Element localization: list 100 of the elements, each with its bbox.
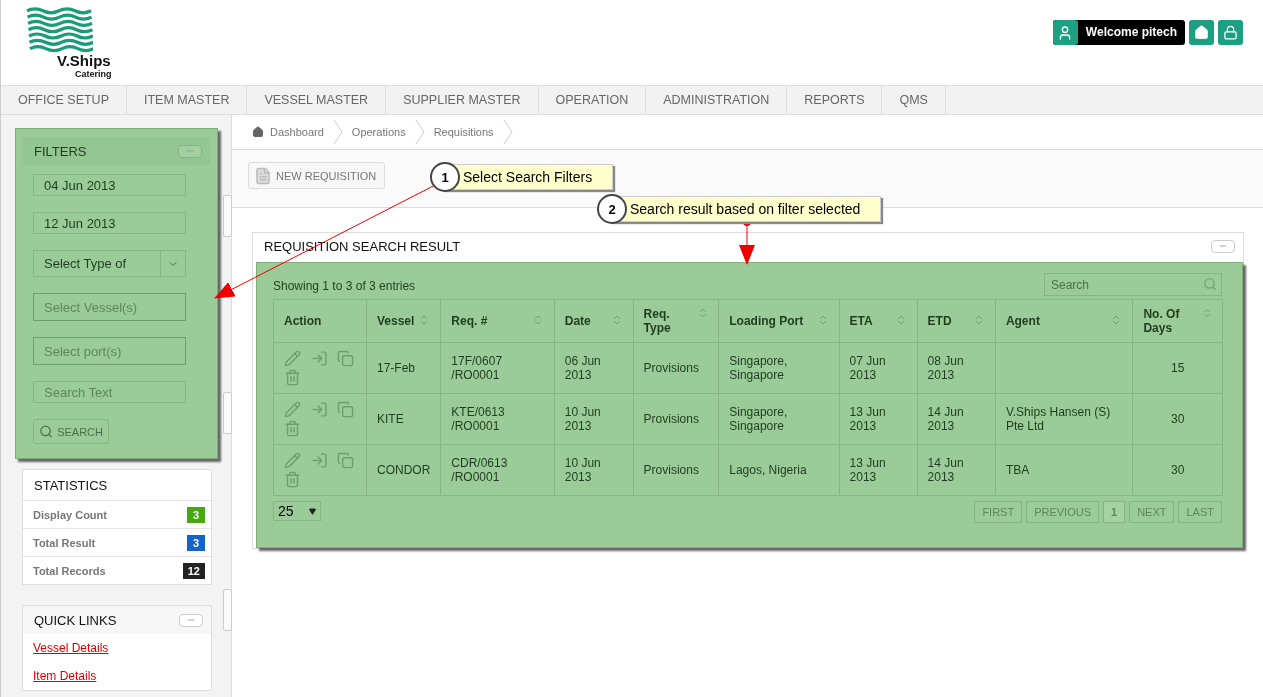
column-header[interactable]: Vessel	[366, 299, 441, 343]
column-header[interactable]: ETA	[839, 299, 918, 343]
nav-menu-item[interactable]: OPERATION	[538, 86, 647, 114]
pencil-icon[interactable]	[284, 401, 301, 418]
column-header[interactable]: Loading Port	[718, 299, 840, 343]
breadcrumb-separator-icon	[331, 118, 344, 146]
quick-link[interactable]: Vessel Details	[23, 634, 211, 662]
input-field[interactable]: Search Text	[33, 381, 186, 403]
search-icon	[39, 424, 54, 439]
nav-menu-item[interactable]: VESSEL MASTER	[247, 86, 387, 114]
nav-menu-item[interactable]: QMS	[882, 86, 946, 114]
column-header[interactable]: Req. Type	[633, 299, 719, 343]
table-cell: TBA	[995, 444, 1133, 496]
table-cell: Lagos, Nigeria	[718, 444, 840, 496]
table-cell: Singapore, Singapore	[718, 393, 840, 445]
trash-icon[interactable]	[284, 420, 301, 437]
table-search-field[interactable]: Search	[1044, 273, 1222, 296]
home-icon	[1194, 25, 1209, 40]
pencil-icon[interactable]	[284, 350, 301, 367]
enter-arrow-icon[interactable]	[310, 452, 328, 469]
entries-info: Showing 1 to 3 of 3 entries	[273, 279, 416, 293]
table-cell: CDR/0613 /RO0001	[440, 444, 555, 496]
breadcrumb-link[interactable]: Dashboard	[252, 126, 324, 138]
breadcrumb-separator-icon	[501, 118, 514, 146]
multi-select-field[interactable]: Select Vessel(s)	[33, 293, 186, 321]
lock-icon	[1223, 25, 1238, 40]
table-cell: Provisions	[633, 393, 719, 445]
table-cell: Provisions	[633, 444, 719, 496]
new-requisition-button[interactable]: NEW REQUISITION	[248, 162, 386, 189]
breadcrumb-link[interactable]: Operations	[351, 126, 406, 138]
table-cell: 08 Jun 2013	[917, 342, 996, 394]
table-cell: 15	[1132, 342, 1223, 394]
table-cell: CONDOR	[366, 444, 441, 496]
wave-flag-logo	[25, 6, 93, 54]
table-cell: KITE	[366, 393, 441, 445]
home-button[interactable]	[1189, 20, 1214, 45]
welcome-badge[interactable]: Welcome pitech	[1052, 20, 1185, 45]
panel-title: STATISTICS	[34, 477, 108, 493]
table-cell: 10 Jun 2013	[554, 393, 634, 445]
trash-icon[interactable]	[284, 369, 301, 386]
input-field[interactable]: 12 Jun 2013	[33, 212, 186, 234]
table-cell: 13 Jun 2013	[839, 393, 918, 445]
user-icon	[1052, 20, 1078, 45]
resize-handle[interactable]	[222, 589, 232, 631]
table-cell: 17-Feb	[366, 342, 441, 394]
statistic-label: Total Records	[33, 564, 106, 577]
count-badge: 12	[182, 562, 205, 579]
page-size-dropdown[interactable]: 25	[273, 501, 321, 521]
resize-handle[interactable]	[222, 392, 232, 434]
table-cell: 14 Jun 2013	[917, 444, 996, 496]
table-cell: Singapore, Singapore	[718, 342, 840, 394]
search-icon	[1203, 277, 1217, 291]
nav-menu-item[interactable]: REPORTS	[787, 86, 883, 114]
count-badge: 3	[187, 506, 205, 523]
panel-title: FILTERS	[34, 143, 87, 159]
search-button[interactable]: SEARCH	[33, 419, 109, 444]
document-icon	[254, 166, 272, 185]
enter-arrow-icon[interactable]	[310, 350, 328, 367]
column-header[interactable]: No. Of Days	[1132, 299, 1223, 343]
breadcrumb-link[interactable]: Requisitions	[433, 126, 494, 138]
column-header: Action	[273, 299, 367, 343]
trash-icon[interactable]	[284, 471, 301, 488]
copy-icon[interactable]	[337, 350, 355, 367]
nav-menu-item[interactable]: SUPPLIER MASTER	[386, 86, 539, 114]
nav-menu-item[interactable]: ADMINISTRATION	[646, 86, 788, 114]
home-icon	[252, 126, 264, 138]
column-header[interactable]: Agent	[995, 299, 1133, 343]
resize-handle[interactable]	[222, 195, 232, 237]
copy-icon[interactable]	[337, 401, 355, 418]
copy-icon[interactable]	[337, 452, 355, 469]
table-cell: 07 Jun 2013	[839, 342, 918, 394]
column-header[interactable]: ETD	[917, 299, 996, 343]
type-dropdown[interactable]: Select Type of	[33, 250, 186, 277]
table-cell: KTE/0613 /RO0001	[440, 393, 555, 445]
nav-menu-item[interactable]: ITEM MASTER	[127, 86, 248, 114]
input-field[interactable]: 04 Jun 2013	[33, 174, 186, 196]
lock-button[interactable]	[1218, 20, 1243, 45]
collapse-button[interactable]	[179, 613, 203, 627]
multi-select-field[interactable]: Select port(s)	[33, 337, 186, 365]
column-header[interactable]: Date	[554, 299, 634, 343]
table-cell: 30	[1132, 444, 1223, 496]
nav-menu-item[interactable]: OFFICE SETUP	[1, 86, 127, 114]
table-cell: V.Ships Hansen (S) Pte Ltd	[995, 393, 1133, 445]
logo-text: V.Ships	[57, 52, 111, 69]
table-cell: 30	[1132, 393, 1223, 445]
column-header[interactable]: Req. #	[440, 299, 555, 343]
logo-subtitle: Catering	[75, 69, 112, 79]
enter-arrow-icon[interactable]	[310, 401, 328, 418]
collapse-button[interactable]	[178, 144, 202, 158]
breadcrumb-separator-icon	[413, 118, 426, 146]
sort-icon	[1201, 307, 1212, 319]
quick-link[interactable]: Item Details	[23, 662, 211, 690]
table-cell: 13 Jun 2013	[839, 444, 918, 496]
pencil-icon[interactable]	[284, 452, 301, 469]
collapse-button[interactable]	[1211, 239, 1235, 253]
table-cell: Provisions	[633, 342, 719, 394]
table-cell: 06 Jun 2013	[554, 342, 634, 394]
statistic-label: Total Result	[33, 536, 96, 549]
panel-title: QUICK LINKS	[34, 612, 117, 628]
table-cell: 10 Jun 2013	[554, 444, 634, 496]
